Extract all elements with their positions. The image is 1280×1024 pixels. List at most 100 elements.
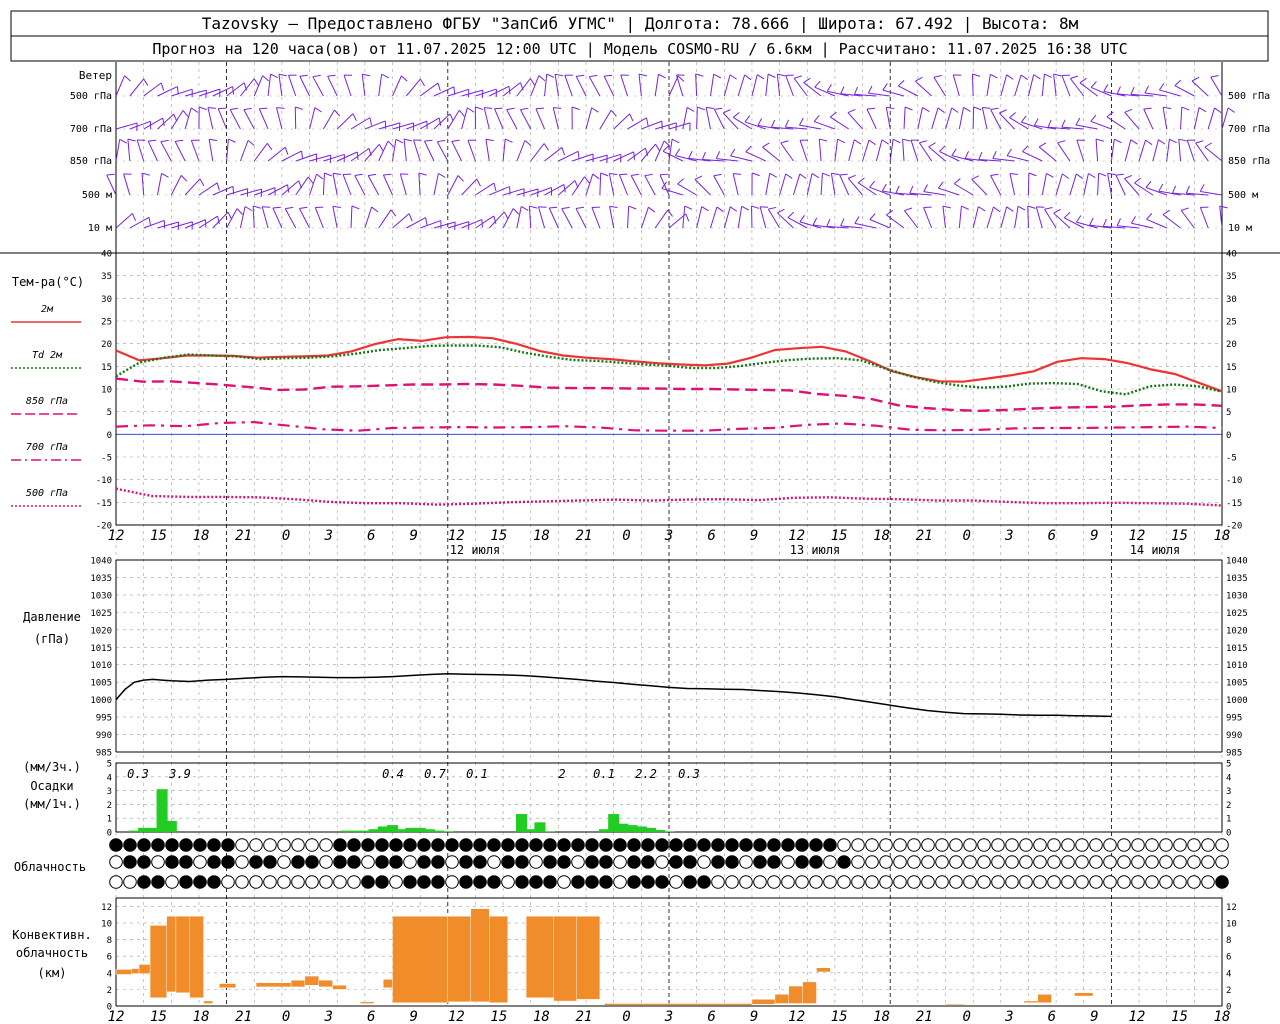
- wind-barb-flag: [744, 74, 752, 81]
- cloud-symbol: [515, 838, 529, 852]
- cloud-symbol: [1019, 838, 1033, 852]
- wind-barb-flag: [253, 78, 259, 86]
- wind-barb: [767, 208, 781, 229]
- cloud-symbol: [711, 875, 725, 889]
- cloud-symbol: [389, 855, 403, 869]
- precip-bars: [128, 789, 675, 832]
- wind-barb-flag: [1130, 216, 1136, 224]
- wind-barb-flag: [494, 107, 503, 110]
- precip-total: 0.7: [424, 767, 446, 781]
- wind-barb-flag: [1181, 106, 1190, 111]
- wind-barb: [915, 80, 933, 97]
- wind-barb-flag: [230, 107, 239, 111]
- wind-barb: [424, 140, 435, 162]
- temp-tick-left: 15: [101, 363, 112, 373]
- wind-barb-flag: [857, 177, 865, 184]
- precip-total: 2: [558, 767, 565, 781]
- cloud-symbol: [1201, 875, 1215, 889]
- wind-barb: [212, 86, 233, 97]
- wind-barb: [115, 139, 121, 162]
- wind-barb: [516, 78, 531, 97]
- cloud-symbol: [1061, 855, 1075, 869]
- wind-barb-flag: [555, 73, 564, 77]
- wind-barb-flag: [659, 173, 669, 176]
- cloud-symbol: [179, 838, 193, 852]
- wind-level-label: 850 гПа: [70, 156, 112, 167]
- wind-barb: [364, 206, 373, 229]
- wind-barb-flag: [1162, 209, 1170, 216]
- cloud-symbol: [1187, 875, 1201, 889]
- wind-barb-flag: [425, 217, 428, 226]
- cloud-symbol: [711, 838, 725, 852]
- wind-barb-flag: [190, 107, 199, 113]
- wind-barb-flag: [881, 139, 889, 145]
- wind-barb: [392, 139, 397, 162]
- cloud-symbol: [697, 875, 711, 889]
- wind-barb-flag: [701, 206, 709, 212]
- wind-barb-flag: [244, 206, 253, 212]
- wind-barb: [682, 107, 688, 130]
- wind-barb-flag: [799, 173, 807, 180]
- cloud-symbol: [459, 838, 473, 852]
- x-tick-label-bottom: 12: [1128, 1009, 1145, 1024]
- x-tick-label: 21: [575, 528, 592, 544]
- x-tick-label-bottom: 18: [873, 1009, 890, 1024]
- wind-barb-flag: [106, 173, 115, 176]
- x-tick-label-bottom: 12: [448, 1009, 465, 1024]
- pressure-tick-right: 1025: [1226, 609, 1248, 619]
- wind-barb-flag: [278, 73, 287, 77]
- wind-barb: [217, 108, 228, 130]
- wind-barb: [115, 75, 126, 97]
- wind-barb: [1044, 208, 1057, 229]
- precip-total: 3.9: [168, 767, 191, 781]
- cloud-symbol: [221, 838, 235, 852]
- cloud-symbol: [823, 855, 837, 869]
- wind-barb-flag: [262, 75, 269, 82]
- wind-barb-flag: [307, 176, 314, 184]
- cloud-symbol: [1019, 875, 1033, 889]
- wind-barb-flag: [485, 138, 494, 142]
- wind-barb-flag: [919, 140, 928, 144]
- cloud-symbol: [991, 875, 1005, 889]
- wind-barb: [640, 143, 656, 162]
- wind-barb: [1076, 139, 1085, 162]
- wind-barb: [309, 107, 316, 130]
- wind-barb-flag: [316, 173, 324, 180]
- wind-barb: [1014, 74, 1022, 97]
- wind-barb-flag: [762, 142, 770, 148]
- wind-barb: [129, 120, 151, 130]
- cloud-symbol: [865, 855, 879, 869]
- wind-barb-flag: [148, 139, 157, 142]
- wind-barb-flag: [1020, 115, 1027, 123]
- wind-barb-flag: [866, 107, 875, 110]
- wind-barb-flag: [1107, 172, 1116, 176]
- wind-barb: [917, 107, 923, 130]
- wind-barb-flag: [684, 205, 693, 210]
- conv-bar: [816, 967, 831, 973]
- precip-tick-right: 1: [1226, 815, 1231, 825]
- wind-barb-flag: [467, 107, 475, 113]
- wind-barb: [603, 75, 615, 97]
- wind-barb: [661, 187, 683, 196]
- wind-barb: [705, 107, 711, 130]
- wind-barb-flag: [143, 78, 149, 86]
- wind-barb: [1186, 140, 1195, 162]
- cloud-symbol: [1215, 875, 1229, 889]
- wind-barb-flag: [732, 111, 740, 118]
- wind-barb-flag: [982, 106, 991, 109]
- cloud-symbol: [697, 838, 711, 852]
- wind-barb-flag: [685, 213, 690, 222]
- cloud-symbol: [431, 875, 445, 889]
- conv-tick-right: 6: [1226, 953, 1231, 963]
- wind-barb-flag: [715, 151, 721, 159]
- conv-bar: [175, 916, 190, 993]
- wind-barb-flag: [745, 145, 752, 153]
- cloud-symbol: [389, 838, 403, 852]
- wind-barb-flag: [645, 117, 649, 126]
- wind-level-label-right: 10 м: [1228, 223, 1252, 234]
- cloud-symbol: [165, 838, 179, 852]
- wind-barb: [336, 151, 358, 162]
- x-tick-label: 3: [1004, 528, 1013, 544]
- cloud-symbol: [809, 838, 823, 852]
- cloud-symbol: [641, 875, 655, 889]
